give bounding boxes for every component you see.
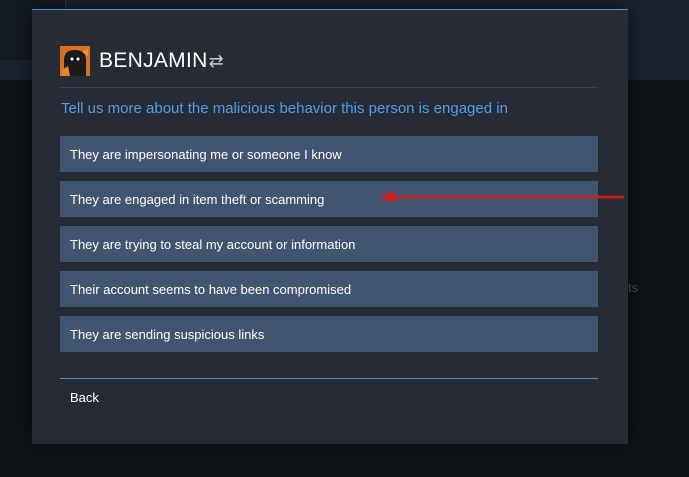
option-steal-account[interactable]: They are trying to steal my account or i…	[60, 226, 598, 262]
option-label: They are engaged in item theft or scammi…	[70, 191, 325, 207]
option-suspicious-links[interactable]: They are sending suspicious links	[60, 316, 598, 352]
avatar-image-icon	[60, 46, 90, 76]
swap-icon[interactable]: ⇄	[209, 51, 224, 72]
header-divider	[60, 87, 598, 88]
background-partial-text: ts	[628, 280, 639, 295]
option-account-compromised[interactable]: Their account seems to have been comprom…	[60, 271, 598, 307]
footer-divider	[60, 378, 598, 379]
dialog-prompt: Tell us more about the malicious behavio…	[61, 100, 508, 117]
annotation-arrow-icon	[380, 191, 624, 203]
profile-name: BENJAMIN	[99, 49, 208, 72]
profile-header: BENJAMIN ⇄	[60, 46, 224, 76]
avatar	[60, 46, 90, 76]
option-label: They are sending suspicious links	[70, 326, 265, 342]
report-dialog: BENJAMIN ⇄ Tell us more about the malici…	[32, 9, 628, 444]
option-label: They are trying to steal my account or i…	[70, 236, 356, 252]
option-label: They are impersonating me or someone I k…	[70, 146, 342, 162]
option-label: Their account seems to have been comprom…	[70, 281, 352, 297]
back-button[interactable]: Back	[70, 390, 99, 405]
option-impersonating[interactable]: They are impersonating me or someone I k…	[60, 136, 598, 172]
